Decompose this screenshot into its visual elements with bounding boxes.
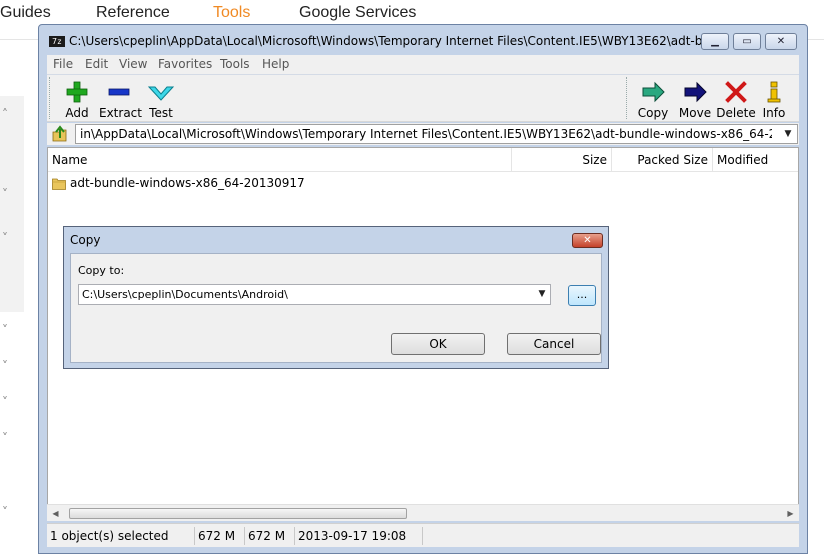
chevron-down-icon[interactable]: ▼ [534, 285, 550, 304]
destination-path-combo[interactable]: C:\Users\cpeplin\Documents\Android\ ▼ [78, 284, 551, 305]
extract-label: Extract [99, 106, 142, 120]
close-button[interactable]: ✕ [765, 33, 797, 50]
delete-x-icon [725, 81, 747, 103]
menu-edit[interactable]: Edit [85, 57, 108, 71]
nav-reference[interactable]: Reference [96, 4, 170, 22]
scroll-left-icon[interactable]: ◀ [47, 505, 64, 522]
status-size: 672 M [195, 527, 245, 545]
item-name: adt-bundle-windows-x86_64-20130917 [70, 176, 305, 190]
copy-button[interactable]: Copy [633, 75, 673, 122]
screen: Guides Reference Tools Google Services ˄… [0, 0, 824, 554]
nav-tools[interactable]: Tools [213, 4, 250, 22]
info-icon [767, 81, 781, 103]
delete-button[interactable]: Delete [716, 75, 756, 122]
close-icon: ✕ [776, 36, 786, 47]
column-size[interactable]: Size [512, 148, 612, 172]
move-label: Move [678, 106, 712, 120]
nav-google-services[interactable]: Google Services [299, 4, 416, 22]
toolbar-grip[interactable] [49, 77, 52, 119]
dialog-title: Copy [70, 233, 101, 247]
chevron-down-icon[interactable]: ˅ [2, 396, 14, 408]
title-bar[interactable]: 7z C:\Users\cpeplin\AppData\Local\Micros… [39, 25, 807, 55]
close-icon: ✕ [583, 235, 592, 246]
move-button[interactable]: Move [675, 75, 715, 122]
dialog-body: Copy to: C:\Users\cpeplin\Documents\Andr… [70, 253, 602, 363]
scroll-right-icon[interactable]: ▶ [782, 505, 799, 522]
maximize-button[interactable]: ▭ [733, 33, 761, 50]
move-arrow-icon [684, 81, 707, 103]
delete-label: Delete [716, 106, 756, 120]
nav-guides[interactable]: Guides [0, 4, 51, 22]
test-label: Test [149, 106, 173, 120]
menu-view[interactable]: View [119, 57, 147, 71]
copy-label: Copy [637, 106, 669, 120]
list-item[interactable]: adt-bundle-windows-x86_64-20130917 [52, 175, 312, 193]
info-label: Info [762, 106, 786, 120]
check-icon [147, 86, 175, 101]
menu-tools[interactable]: Tools [220, 57, 250, 71]
status-packed: 672 M [245, 527, 295, 545]
window-title: C:\Users\cpeplin\AppData\Local\Microsoft… [69, 34, 701, 48]
add-label: Add [65, 106, 89, 120]
maximize-icon: ▭ [742, 36, 752, 47]
menu-file[interactable]: File [53, 57, 73, 71]
extract-button[interactable]: Extract [99, 75, 142, 122]
column-packed-size[interactable]: Packed Size [612, 148, 713, 172]
status-selected: 1 object(s) selected [47, 527, 195, 545]
chevron-down-icon[interactable]: ˅ [2, 360, 14, 372]
chevron-up-icon[interactable]: ˄ [2, 108, 14, 120]
test-button[interactable]: Test [143, 75, 179, 122]
minimize-button[interactable]: ▁ [701, 33, 729, 50]
column-name[interactable]: Name [48, 148, 512, 172]
address-field[interactable]: in\AppData\Local\Microsoft\Windows\Tempo… [75, 124, 798, 144]
dialog-close-button[interactable]: ✕ [572, 233, 603, 248]
menu-favorites[interactable]: Favorites [158, 57, 212, 71]
add-button[interactable]: Add [59, 75, 95, 122]
copy-dialog: Copy ✕ Copy to: C:\Users\cpeplin\Documen… [63, 226, 609, 369]
copy-to-label: Copy to: [78, 264, 125, 277]
chevron-down-icon[interactable]: ▼ [779, 125, 797, 143]
minimize-icon: ▁ [711, 36, 719, 47]
toolbar-grip[interactable] [626, 77, 629, 119]
status-modified: 2013-09-17 19:08 [295, 527, 423, 545]
left-sidebar-strip [0, 96, 24, 312]
column-header-row: Name Size Packed Size Modified [48, 148, 798, 172]
scroll-thumb[interactable] [69, 508, 407, 519]
copy-arrow-icon [642, 81, 665, 103]
up-folder-icon[interactable] [51, 125, 69, 143]
address-bar: in\AppData\Local\Microsoft\Windows\Tempo… [47, 123, 799, 145]
info-button[interactable]: Info [759, 75, 789, 122]
chevron-down-icon[interactable]: ˅ [2, 506, 14, 518]
destination-path-value: C:\Users\cpeplin\Documents\Android\ [82, 288, 288, 301]
column-modified[interactable]: Modified [713, 148, 797, 172]
chevron-down-icon[interactable]: ˅ [2, 324, 14, 336]
menu-bar: File Edit View Favorites Tools Help [47, 55, 799, 75]
cancel-button[interactable]: Cancel [507, 333, 601, 355]
ok-button[interactable]: OK [391, 333, 485, 355]
minus-icon [108, 88, 130, 96]
chevron-down-icon[interactable]: ˅ [2, 432, 14, 444]
status-bar: 1 object(s) selected 672 M 672 M 2013-09… [47, 523, 799, 547]
menu-help[interactable]: Help [262, 57, 289, 71]
address-path: in\AppData\Local\Microsoft\Windows\Tempo… [80, 127, 772, 141]
app-icon: 7z [49, 36, 65, 47]
folder-icon [52, 178, 66, 190]
horizontal-scrollbar[interactable]: ◀ ▶ [47, 504, 799, 521]
chevron-down-icon[interactable]: ˅ [2, 188, 14, 200]
plus-icon [66, 81, 88, 103]
browse-button[interactable]: ... [568, 285, 596, 306]
toolbar: Add Extract Test Copy Move Delete Info [47, 75, 799, 122]
chevron-down-icon[interactable]: ˅ [2, 232, 14, 244]
